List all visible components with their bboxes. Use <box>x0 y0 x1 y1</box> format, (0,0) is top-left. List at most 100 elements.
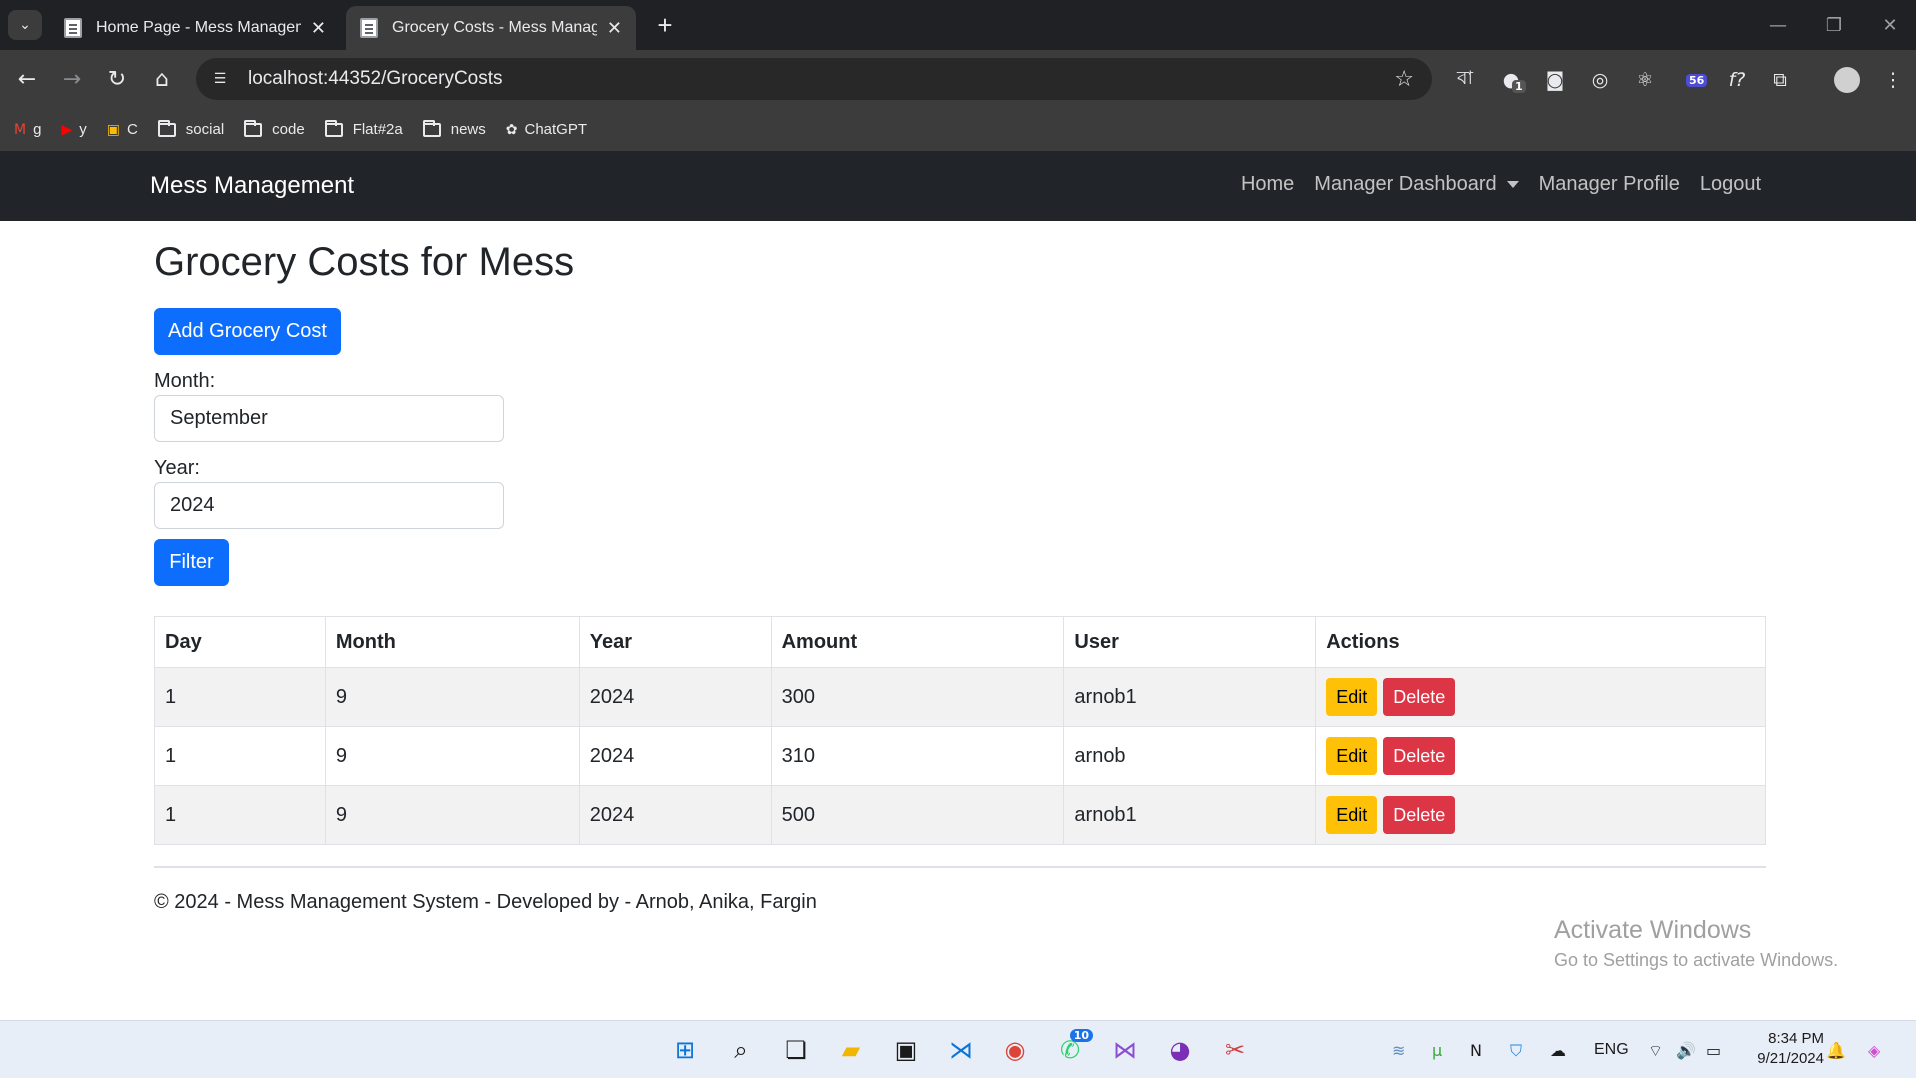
tray-notion-icon[interactable]: N <box>1470 1041 1482 1060</box>
copilot-icon[interactable]: ◈ <box>1868 1041 1880 1060</box>
bookmark-folder-code[interactable]: code <box>244 119 305 138</box>
delete-button[interactable]: Delete <box>1383 678 1456 716</box>
edit-button[interactable]: Edit <box>1326 796 1378 834</box>
nav-dropdown-manager-dashboard[interactable]: Manager Dashboard <box>1314 173 1519 196</box>
tray-utorrent-icon[interactable]: µ <box>1432 1041 1442 1060</box>
home-icon[interactable]: ⌂ <box>147 64 177 94</box>
camera-extension-icon[interactable]: ◙ <box>1542 66 1568 94</box>
purple-extension-icon[interactable]: 56 <box>1682 66 1708 94</box>
filter-button[interactable]: Filter <box>154 539 229 586</box>
bookmark-label: y <box>79 121 87 138</box>
bookmark-youtube[interactable]: ▶ y <box>61 121 86 138</box>
whatsapp-icon[interactable]: ✆ 10 <box>1053 1029 1093 1067</box>
delete-button[interactable]: Delete <box>1383 737 1456 775</box>
terminal-icon[interactable]: ▣ <box>889 1033 923 1067</box>
folder-icon <box>244 119 263 137</box>
footer-divider <box>154 866 1766 868</box>
bookmark-label: Flat#2a <box>352 121 403 138</box>
bookmark-gmail[interactable]: Mg <box>14 121 41 138</box>
notification-extension-icon[interactable]: ● 1 <box>1498 66 1526 94</box>
app-navbar: Mess Management Home Manager Dashboard M… <box>0 151 1916 221</box>
tab-search-chevron-icon[interactable]: ⌄ <box>8 10 42 40</box>
task-view-icon[interactable]: ❏ <box>779 1033 813 1067</box>
whatsapp-badge: 10 <box>1069 1029 1093 1042</box>
extensions-puzzle-icon[interactable]: ⧉ <box>1767 66 1793 94</box>
address-bar[interactable]: ☰ localhost:44352/GroceryCosts ☆ <box>196 58 1432 100</box>
chatgpt-icon: ✿ <box>505 121 518 138</box>
cell-year: 2024 <box>578 726 772 786</box>
bookmark-label: code <box>272 121 305 138</box>
nav-link-logout[interactable]: Logout <box>1700 173 1761 196</box>
bangla-label: বা <box>1456 67 1474 89</box>
tab-title: Grocery Costs - Mess Management <box>392 19 597 36</box>
notification-bell-icon[interactable]: 🔔 <box>1826 1041 1846 1060</box>
windows-taskbar: ⊞ ⌕ ❏ ▰ ▣ ⋊ ◉ ✆ 10 ⋈ ◕ ✂ ≋ µ N ⛉ ☁ ENG ⌔ … <box>0 1020 1916 1078</box>
nav-dropdown-label: Manager Dashboard <box>1314 173 1497 195</box>
close-tab-icon[interactable]: ✕ <box>311 18 326 39</box>
month-input[interactable] <box>154 395 504 442</box>
minimize-window-icon[interactable]: — <box>1750 0 1806 50</box>
nav-link-manager-profile[interactable]: Manager Profile <box>1539 173 1680 196</box>
tray-onedrive-icon[interactable]: ☁ <box>1550 1041 1566 1060</box>
bookmark-label: g <box>33 121 42 138</box>
close-window-icon[interactable]: ✕ <box>1862 0 1916 50</box>
vscode-icon[interactable]: ⋊ <box>944 1033 978 1067</box>
bookmark-classroom[interactable]: ▣ C <box>107 121 138 138</box>
nav-link-home[interactable]: Home <box>1241 173 1294 196</box>
cell-actions: Edit Delete <box>1315 667 1766 727</box>
bookmark-folder-news[interactable]: news <box>422 119 486 138</box>
windows-start-icon[interactable]: ⊞ <box>668 1033 702 1067</box>
forward-arrow-icon[interactable]: → <box>57 64 87 94</box>
wifi-icon[interactable]: ⌔ <box>1648 1041 1663 1061</box>
site-info-icon[interactable]: ☰ <box>210 69 230 89</box>
battery-icon[interactable]: ▭ <box>1706 1041 1721 1060</box>
tray-defender-icon[interactable]: ⛉ <box>1510 1041 1522 1061</box>
bookmark-label: news <box>450 121 486 138</box>
url-text[interactable]: localhost:44352/GroceryCosts <box>248 68 1394 90</box>
target-extension-icon[interactable]: ◎ <box>1587 66 1613 94</box>
column-header-day: Day <box>154 616 326 668</box>
navbar-brand[interactable]: Mess Management <box>150 172 354 200</box>
visual-studio-icon[interactable]: ⋈ <box>1108 1033 1142 1067</box>
system-clock[interactable]: 8:34 PM 9/21/2024 <box>1757 1029 1824 1069</box>
language-indicator[interactable]: ENG <box>1594 1041 1629 1059</box>
snipping-tool-icon[interactable]: ✂ <box>1218 1033 1252 1067</box>
cell-month: 9 <box>324 726 580 786</box>
browser-tab-home[interactable]: Home Page - Mess Management ✕ <box>50 6 340 50</box>
react-extension-icon[interactable]: ⚛ <box>1632 66 1658 94</box>
fx-extension[interactable]: f? <box>1724 66 1750 94</box>
year-input[interactable] <box>154 482 504 529</box>
page-favicon-icon <box>360 18 378 38</box>
browser-toolbar: ← → ↻ ⌂ ☰ localhost:44352/GroceryCosts ☆… <box>0 50 1916 108</box>
add-grocery-cost-button[interactable]: Add Grocery Cost <box>154 308 341 355</box>
bookmark-folder-flat[interactable]: Flat#2a <box>324 119 403 138</box>
bookmark-chatgpt[interactable]: ✿ ChatGPT <box>506 121 587 138</box>
edit-button[interactable]: Edit <box>1326 737 1378 775</box>
restore-window-icon[interactable]: ❐ <box>1806 0 1862 50</box>
bookmark-label: social <box>185 121 225 138</box>
app-icon[interactable]: ◕ <box>1163 1033 1197 1067</box>
chrome-icon[interactable]: ◉ <box>998 1033 1032 1067</box>
folder-icon <box>422 119 441 137</box>
bookmarks-bar: Mg ▶ y ▣ C social code Flat#2a news ✿ ChatG… <box>0 108 1916 151</box>
bookmark-folder-social[interactable]: social <box>157 119 225 138</box>
volume-icon[interactable]: 🔊 <box>1676 1041 1696 1060</box>
new-tab-plus-icon[interactable]: + <box>650 8 680 42</box>
tray-app-icon[interactable]: ≋ <box>1392 1041 1405 1060</box>
page-favicon-icon <box>64 18 82 38</box>
reload-icon[interactable]: ↻ <box>102 64 132 94</box>
bangla-keyboard-extension[interactable]: বা <box>1452 66 1478 94</box>
extension-badge: 56 <box>1686 74 1708 87</box>
edit-button[interactable]: Edit <box>1326 678 1378 716</box>
file-explorer-icon[interactable]: ▰ <box>834 1033 868 1067</box>
bookmark-star-icon[interactable]: ☆ <box>1394 67 1414 92</box>
bookmark-label: ChatGPT <box>524 121 588 138</box>
profile-avatar-icon[interactable] <box>1834 67 1860 93</box>
tab-title: Home Page - Mess Management <box>96 19 301 36</box>
browser-tab-grocery-costs[interactable]: Grocery Costs - Mess Management ✕ <box>346 6 636 50</box>
delete-button[interactable]: Delete <box>1383 796 1456 834</box>
browser-menu-icon[interactable]: ⋮ <box>1880 66 1906 94</box>
search-icon[interactable]: ⌕ <box>724 1033 758 1067</box>
close-tab-icon[interactable]: ✕ <box>607 18 622 39</box>
back-arrow-icon[interactable]: ← <box>12 64 42 94</box>
